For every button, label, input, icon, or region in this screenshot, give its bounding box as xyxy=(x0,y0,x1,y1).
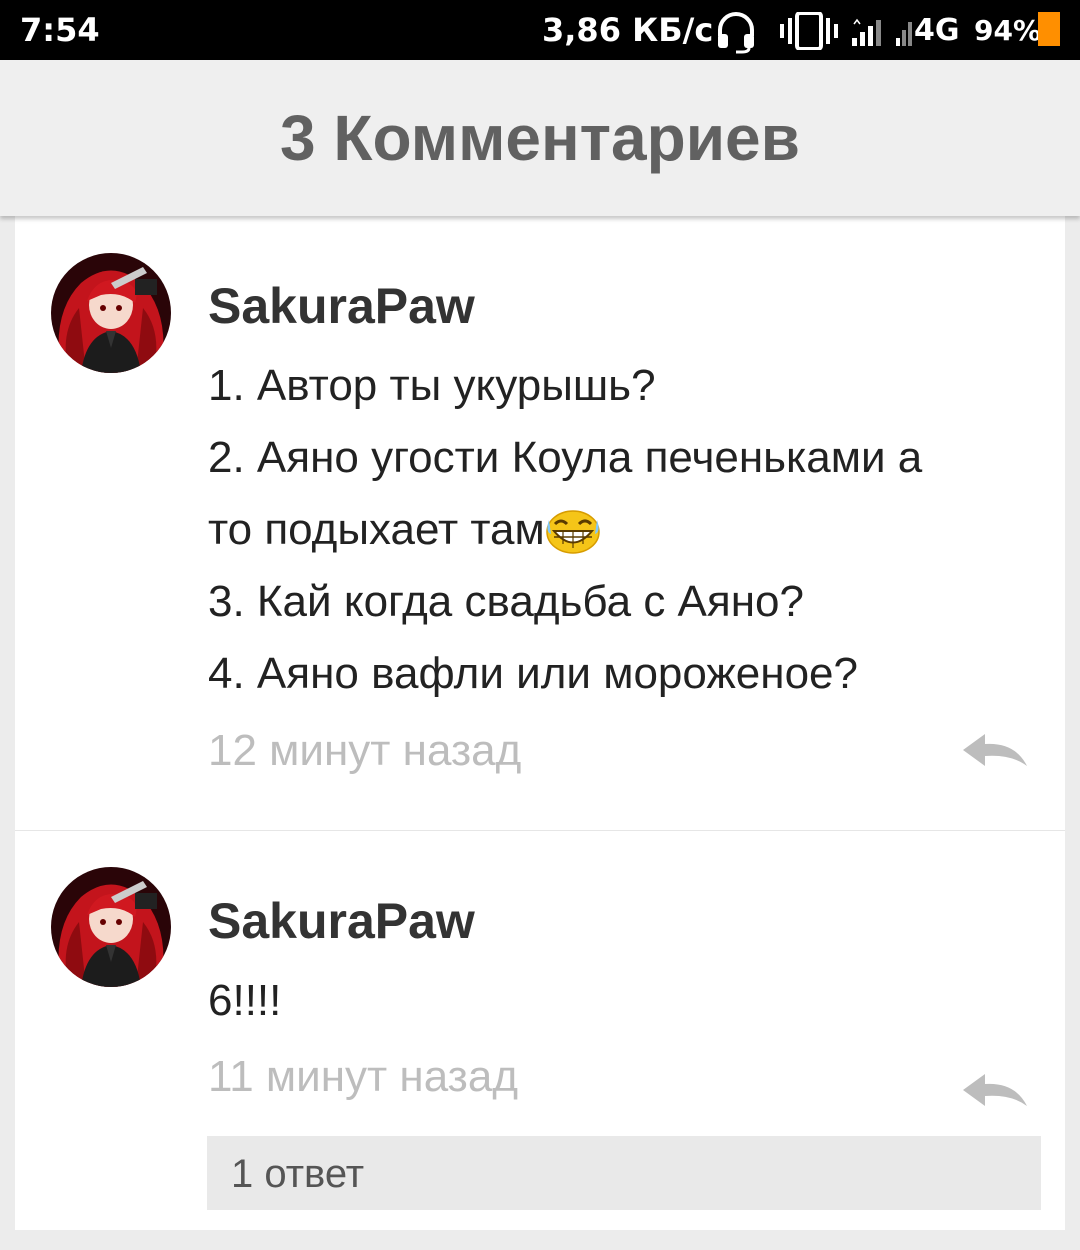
reply-icon[interactable] xyxy=(963,1072,1027,1108)
comment-line: 6!!!! xyxy=(208,976,282,1025)
header: 3 Комментариев xyxy=(0,60,1080,216)
network-type: 4G xyxy=(914,13,960,48)
comment-timestamp: 11 минут назад xyxy=(208,1052,518,1101)
comment-line: 3. Кай когда свадьба с Аяно? xyxy=(208,577,804,626)
comment-author[interactable]: SakuraPaw xyxy=(208,891,475,951)
vibrate-icon xyxy=(780,12,838,50)
avatar[interactable] xyxy=(51,253,171,373)
comment: SakuraPaw 6!!!! 11 минут назад 1 ответ xyxy=(15,831,1065,1230)
network-speed: 3,86 КБ/с xyxy=(542,11,714,49)
status-time: 7:54 xyxy=(20,11,100,49)
comments-list: SakuraPaw 1. Автор ты укурышь? 2. Аяно у… xyxy=(15,216,1065,1230)
signal-icon xyxy=(896,22,912,46)
replies-count-label: 1 ответ xyxy=(231,1152,365,1196)
signal-icon xyxy=(852,18,881,46)
laughing-emoji-icon xyxy=(545,510,600,555)
comment-text: 1. Автор ты укурышь? 2. Аяно угости Коул… xyxy=(208,350,1028,710)
comment-line: то подыхает там xyxy=(208,494,1028,566)
comment: SakuraPaw 1. Автор ты укурышь? 2. Аяно у… xyxy=(15,216,1065,830)
status-bar: 7:54 3,86 КБ/с 4G 94% xyxy=(0,0,1080,60)
headset-icon xyxy=(718,12,754,54)
comment-line: 4. Аяно вафли или мороженое? xyxy=(208,649,858,698)
comment-line: 1. Автор ты укурышь? xyxy=(208,361,656,410)
comment-line-text: то подыхает там xyxy=(208,505,545,554)
comment-author[interactable]: SakuraPaw xyxy=(208,276,475,336)
battery-percent: 94% xyxy=(974,14,1042,47)
page-title: 3 Комментариев xyxy=(280,102,800,174)
view-replies-button[interactable]: 1 ответ xyxy=(207,1136,1041,1210)
comment-text: 6!!!! xyxy=(208,965,1028,1037)
comment-line: 2. Аяно угости Коула печеньками а xyxy=(208,433,923,482)
comment-timestamp: 12 минут назад xyxy=(208,726,522,775)
battery-icon xyxy=(1038,12,1060,46)
reply-icon[interactable] xyxy=(963,732,1027,768)
avatar[interactable] xyxy=(51,867,171,987)
